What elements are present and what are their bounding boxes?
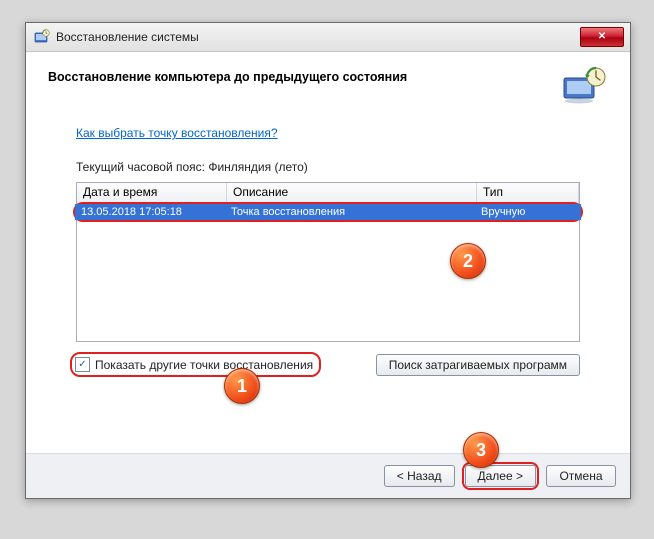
close-icon: ✕	[598, 32, 606, 42]
grid-header: Дата и время Описание Тип	[77, 183, 579, 204]
next-button[interactable]: Далее >	[465, 465, 537, 487]
timezone-label: Текущий часовой пояс: Финляндия (лето)	[26, 156, 630, 180]
restore-points-grid[interactable]: Дата и время Описание Тип 13.05.2018 17:…	[76, 182, 580, 342]
cell-date: 13.05.2018 17:05:18	[75, 206, 225, 218]
annotation-marker-2: 2	[450, 243, 486, 279]
annotation-marker-1: 1	[224, 368, 260, 404]
system-restore-icon	[34, 29, 50, 45]
close-button[interactable]: ✕	[580, 27, 624, 47]
highlight-1-outline: ✓ Показать другие точки восстановления	[70, 352, 321, 377]
back-button[interactable]: < Назад	[384, 465, 455, 487]
highlight-2-outline: 13.05.2018 17:05:18 Точка восстановления…	[73, 202, 583, 222]
table-row[interactable]: 13.05.2018 17:05:18 Точка восстановления…	[75, 204, 581, 220]
help-link[interactable]: Как выбрать точку восстановления?	[76, 126, 278, 140]
column-date-header[interactable]: Дата и время	[77, 183, 227, 203]
wizard-footer: < Назад Далее > Отмена	[26, 453, 630, 498]
window-title: Восстановление системы	[56, 30, 580, 44]
system-restore-window: Восстановление системы ✕ Восстановление …	[25, 22, 631, 499]
cell-description: Точка восстановления	[225, 206, 475, 218]
annotation-marker-3: 3	[463, 432, 499, 468]
column-type-header[interactable]: Тип	[477, 183, 579, 203]
page-title: Восстановление компьютера до предыдущего…	[48, 66, 550, 84]
scan-affected-programs-button[interactable]: Поиск затрагиваемых программ	[376, 354, 580, 376]
titlebar[interactable]: Восстановление системы ✕	[26, 23, 630, 52]
cell-type: Вручную	[475, 206, 581, 218]
content-area: Восстановление компьютера до предыдущего…	[26, 52, 630, 498]
cancel-button[interactable]: Отмена	[546, 465, 616, 487]
show-other-points-label: Показать другие точки восстановления	[95, 358, 313, 372]
restore-illustration-icon	[560, 66, 608, 106]
show-other-points-checkbox[interactable]: ✓	[75, 357, 90, 372]
column-description-header[interactable]: Описание	[227, 183, 477, 203]
